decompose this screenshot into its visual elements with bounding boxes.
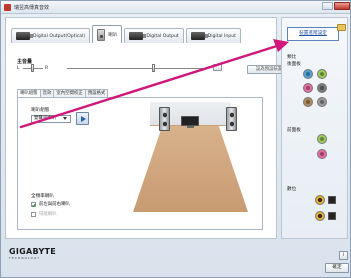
balance-slider-handle[interactable] [31, 64, 34, 72]
main-volume-label: 主音量 [17, 59, 33, 65]
tab-speakers[interactable]: 喇叭 [92, 25, 123, 43]
logo-subtext: TECHNOLOGY [9, 256, 41, 260]
surround-checkbox [31, 211, 36, 217]
optical-out-jack[interactable] [328, 196, 336, 204]
info-button[interactable]: i [339, 251, 348, 260]
speaker-icon [97, 28, 106, 41]
settings-tabs: 喇叭組態 音效 室內空間校正 預設格式 [17, 89, 109, 97]
minimize-button[interactable] [322, 2, 333, 10]
front-left-right-checkbox-row[interactable]: 前左與前右喇叭 [31, 201, 70, 207]
checkbox-label: 環繞喇叭 [39, 212, 57, 217]
optical-jack-icon [16, 32, 33, 40]
mute-button[interactable] [213, 64, 222, 71]
front-jack-green[interactable] [317, 134, 327, 144]
device-tabs: Digital Output(Optical) 喇叭 Digital Outpu… [11, 25, 241, 43]
audio-manager-window: 瑞昱高傳真音效 Digital Output(Optical) 喇叭 Digit… [0, 0, 351, 278]
front-panel-label: 前面板 [287, 128, 301, 133]
balance-left-label: L [17, 66, 20, 71]
analog-label: 類比 [287, 55, 297, 60]
tv-stand [187, 126, 194, 128]
checkbox-label: 前左與前右喇叭 [39, 202, 70, 207]
tab-label: Digital Input [207, 33, 236, 39]
window-controls [322, 2, 350, 10]
realtek-app-icon [4, 4, 11, 11]
tv-icon [181, 116, 199, 126]
chevron-down-icon[interactable] [63, 117, 67, 120]
tab-label: Digital Output(Optical) [33, 33, 86, 39]
tab-label: Digital Output [146, 33, 179, 39]
back-panel-label: 後面板 [287, 62, 301, 67]
rear-jack-blue[interactable] [303, 69, 313, 79]
front-left-speaker[interactable] [159, 107, 170, 131]
rear-jack-pink[interactable] [303, 83, 313, 93]
digital-label: 數位 [287, 187, 297, 192]
front-jack-pink[interactable] [317, 149, 327, 159]
digital-jack-icon [129, 32, 147, 40]
volume-slider-track[interactable] [67, 68, 203, 69]
folder-icon[interactable] [337, 24, 346, 31]
tab-room-correction[interactable]: 室內空間校正 [53, 89, 86, 97]
advanced-settings-link[interactable]: 裝置進階設定 [287, 27, 339, 41]
rear-jack-silver[interactable] [317, 97, 327, 107]
tab-digital-output[interactable]: Digital Output [124, 28, 184, 43]
gigabyte-logo: GIGABYTE TECHNOLOGY [9, 247, 56, 260]
coaxial-jack-2[interactable] [315, 211, 325, 221]
surround-checkbox-row: 環繞喇叭 [31, 211, 57, 217]
coaxial-jack[interactable] [315, 195, 325, 205]
window-title: 瑞昱高傳真音效 [14, 5, 50, 11]
front-right-speaker[interactable] [226, 107, 237, 131]
tab-digital-output-optical[interactable]: Digital Output(Optical) [11, 28, 91, 43]
rear-jack-green[interactable] [317, 69, 327, 79]
play-test-button[interactable] [76, 112, 89, 125]
tab-label: 喇叭 [108, 32, 118, 38]
rear-jack-brown[interactable] [303, 97, 313, 107]
ok-button[interactable]: 確定 [325, 263, 349, 273]
tab-default-format[interactable]: 預設格式 [84, 89, 109, 97]
digital-input-jack-icon [190, 32, 208, 40]
volume-slider-handle[interactable] [152, 64, 155, 72]
title-bar: 瑞昱高傳真音效 [1, 1, 350, 14]
tab-digital-input[interactable]: Digital Input [185, 28, 241, 43]
speaker-config-label: 喇叭組態 [31, 108, 50, 113]
balance-right-label: R [45, 66, 49, 71]
close-button[interactable] [334, 2, 350, 10]
tab-sound-effects[interactable]: 音效 [39, 89, 55, 97]
full-range-speakers-label: 全頻率喇叭 [31, 194, 54, 199]
logo-text: GIGABYTE [9, 247, 57, 256]
front-left-right-checkbox[interactable] [31, 201, 36, 207]
tab-speaker-configuration[interactable]: 喇叭組態 [17, 89, 41, 97]
optical-in-jack[interactable] [328, 212, 336, 220]
rear-jack-gray[interactable] [317, 83, 327, 93]
